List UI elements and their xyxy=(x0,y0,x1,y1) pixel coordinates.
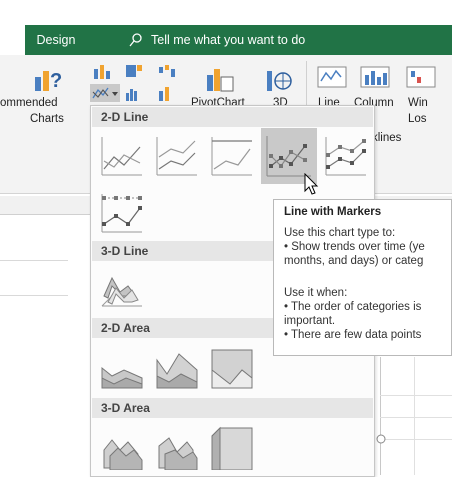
tooltip-line: Use this chart type to: xyxy=(284,227,396,239)
tooltip-line: Use it when: xyxy=(284,287,348,299)
recommended-charts-label-1[interactable]: ommended xyxy=(0,97,58,109)
chart-gridline-vertical xyxy=(414,357,415,475)
tooltip-line: • Show trends over time (ye xyxy=(284,241,425,253)
sparkline-winloss-label-2[interactable]: Los xyxy=(408,113,427,125)
tell-me-text: Tell me what you want to do xyxy=(151,33,306,47)
cell-gridline xyxy=(0,295,68,296)
tooltip-title: Line with Markers xyxy=(284,206,382,218)
stacked-line-markers-icon[interactable] xyxy=(322,133,368,179)
tooltip-line: • The order of categories is xyxy=(284,301,422,313)
chart-gridline xyxy=(380,417,452,418)
3d-map-icon[interactable] xyxy=(265,65,293,93)
chart-plot-area[interactable] xyxy=(380,357,452,475)
sparkline-line-icon[interactable] xyxy=(317,65,347,93)
recommended-charts-label-2[interactable]: Charts xyxy=(30,113,64,125)
title-bar xyxy=(0,0,452,22)
menu-bar: Design Tell me what you want to do xyxy=(25,25,452,55)
chart-resize-handle[interactable] xyxy=(375,433,387,445)
chart-gridline xyxy=(380,395,452,396)
section-2d-line: 2-D Line xyxy=(92,107,373,127)
tooltip-line: months, and days) or categ xyxy=(284,255,424,267)
chart-gridline xyxy=(380,439,452,440)
line-chart-dropdown-button[interactable] xyxy=(90,84,120,102)
100-stacked-line-chart-icon[interactable] xyxy=(208,133,254,179)
3d-area-chart-icon[interactable] xyxy=(98,424,144,470)
stacked-area-chart-icon[interactable] xyxy=(153,346,199,392)
sparkline-winloss-label-1[interactable]: Win xyxy=(408,97,428,109)
stacked-line-chart-icon[interactable] xyxy=(153,133,199,179)
3d-100-stacked-area-chart-icon[interactable] xyxy=(208,424,254,470)
svg-text:?: ? xyxy=(50,70,62,92)
section-3d-area: 3-D Area xyxy=(92,398,373,418)
waterfall-chart-icon[interactable] xyxy=(157,63,181,79)
mouse-pointer-icon xyxy=(304,173,319,195)
area-chart-icon[interactable] xyxy=(98,346,144,392)
tooltip-line: important. xyxy=(284,315,336,327)
column-chart-small-icon[interactable] xyxy=(92,63,116,79)
100-stacked-area-chart-icon[interactable] xyxy=(208,346,254,392)
cell-gridline xyxy=(0,260,68,261)
pivotchart-icon[interactable] xyxy=(205,65,235,93)
lightbulb-icon xyxy=(129,33,142,47)
tooltip-line: • There are few data points xyxy=(284,329,422,341)
chart-type-tooltip: Line with Markers Use this chart type to… xyxy=(273,199,452,356)
design-tab[interactable]: Design xyxy=(25,25,87,55)
100-stacked-line-markers-icon[interactable] xyxy=(98,190,144,236)
recommended-charts-icon[interactable]: ? xyxy=(33,65,63,93)
sparkline-winloss-icon[interactable] xyxy=(406,65,436,93)
3d-line-chart-icon[interactable] xyxy=(98,266,144,312)
hierarchy-chart-icon[interactable] xyxy=(124,63,148,79)
combo-chart-icon[interactable] xyxy=(157,85,181,101)
sparklines-group-label: klines xyxy=(372,132,402,144)
statistic-chart-icon[interactable] xyxy=(124,85,148,101)
line-chart-icon[interactable] xyxy=(98,133,144,179)
line-chart-small-icon xyxy=(92,87,118,99)
sparkline-column-icon[interactable] xyxy=(360,65,390,93)
3d-stacked-area-chart-icon[interactable] xyxy=(153,424,199,470)
